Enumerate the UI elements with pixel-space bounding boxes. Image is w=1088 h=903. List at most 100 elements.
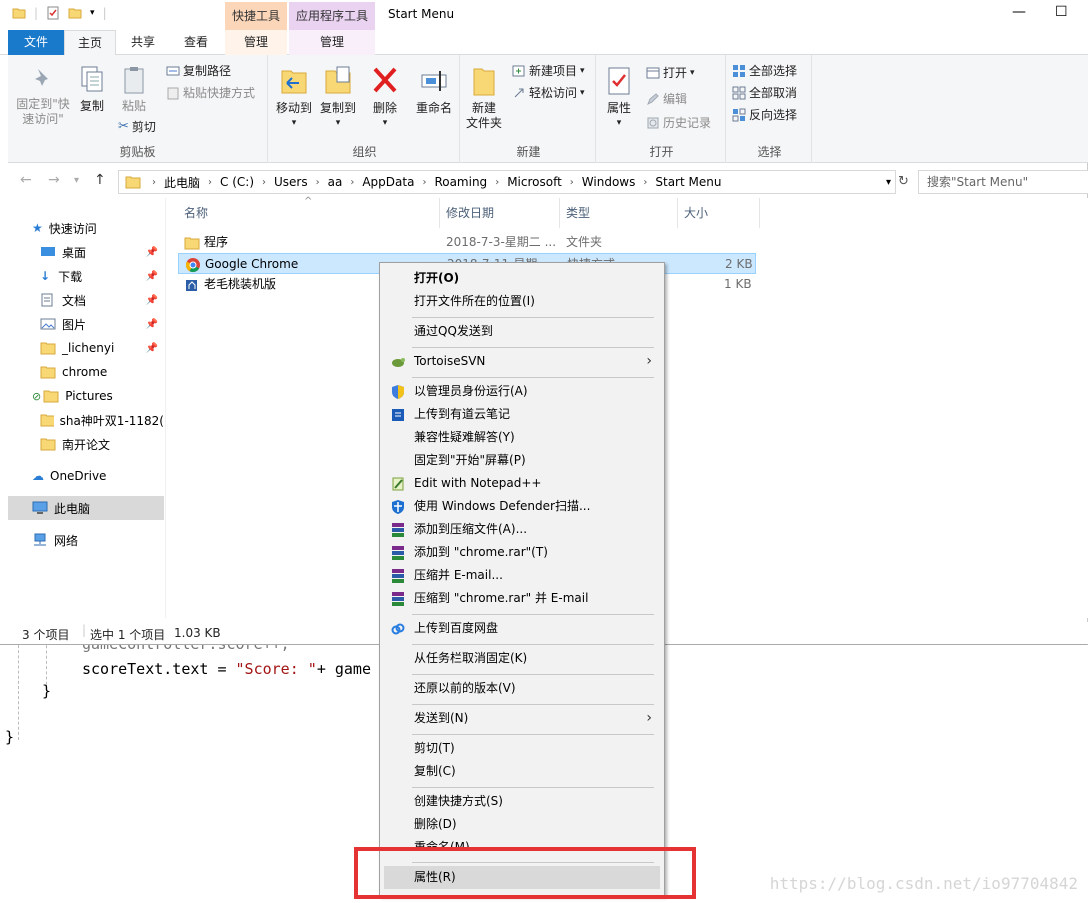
move-to-button[interactable]: 移动到 ▾: [274, 65, 314, 131]
refresh-icon[interactable]: ↻: [898, 174, 909, 189]
paste-button[interactable]: 粘贴: [114, 65, 154, 114]
properties-button[interactable]: 属性 ▾: [602, 65, 636, 131]
menu-item-qq-send[interactable]: 通过QQ发送到: [384, 320, 660, 343]
menu-item-create-shortcut[interactable]: 创建快捷方式(S): [384, 790, 660, 813]
new-folder-button[interactable]: 新建 文件夹: [464, 65, 504, 131]
nav-item-lichenyi[interactable]: _lichenyi 📌: [8, 336, 164, 360]
maximize-button[interactable]: ☐: [1055, 4, 1068, 20]
menu-item-pin-start[interactable]: 固定到"开始"屏幕(P): [384, 449, 660, 472]
menu-item-youdao[interactable]: 上传到有道云笔记: [384, 403, 660, 426]
history-button[interactable]: 历史记录: [646, 113, 711, 133]
menu-item-add-archive[interactable]: 添加到压缩文件(A)...: [384, 518, 660, 541]
folder-icon[interactable]: [12, 6, 26, 20]
nav-item-sha[interactable]: sha神叶双1-1182(: [8, 408, 164, 432]
new-folder-icon[interactable]: [68, 6, 82, 20]
breadcrumb[interactable]: Roaming: [431, 175, 490, 189]
window-title: Start Menu: [388, 7, 455, 21]
menu-item-run-as-admin[interactable]: 以管理员身份运行(A): [384, 380, 660, 403]
menu-item-compress-rar-email[interactable]: 压缩到 "chrome.rar" 并 E-mail: [384, 587, 660, 610]
paste-shortcut-button[interactable]: 粘贴快捷方式: [166, 83, 255, 103]
forward-arrow-icon[interactable]: →: [48, 172, 60, 188]
breadcrumb[interactable]: Windows: [579, 175, 639, 189]
copy-icon: [81, 66, 103, 92]
nav-network[interactable]: 网络: [8, 528, 164, 552]
tab-home[interactable]: 主页: [64, 30, 116, 56]
menu-item-cut[interactable]: 剪切(T): [384, 737, 660, 760]
menu-item-tortoisesvn[interactable]: TortoiseSVN ›: [384, 350, 660, 373]
column-header-size[interactable]: 大小: [678, 198, 760, 228]
menu-item-open-location[interactable]: 打开文件所在的位置(I): [384, 290, 660, 313]
address-input[interactable]: › 此电脑 › C (C:) › Users › aa › AppData › Roami…: [118, 170, 896, 194]
rename-button[interactable]: 重命名: [412, 65, 456, 116]
nav-label: Pictures: [65, 389, 113, 403]
breadcrumb[interactable]: Microsoft: [504, 175, 565, 189]
chevron-right-icon: ›: [643, 176, 648, 188]
edit-button[interactable]: 编辑: [646, 89, 687, 109]
menu-item-open[interactable]: 打开(O): [384, 267, 660, 290]
nav-item-pictures-folder[interactable]: ⊘ Pictures: [8, 384, 164, 408]
nav-item-downloads[interactable]: ↓ 下载 📌: [8, 264, 164, 288]
breadcrumb[interactable]: Start Menu: [652, 175, 724, 189]
copy-button[interactable]: 复制: [74, 65, 110, 114]
select-all-button[interactable]: 全部选择: [732, 61, 797, 81]
menu-item-copy[interactable]: 复制(C): [384, 760, 660, 783]
chevron-down-icon[interactable]: ▾: [886, 177, 891, 188]
properties-icon[interactable]: [46, 6, 60, 20]
cut-label: 剪切: [131, 120, 156, 134]
delete-x-icon: [373, 67, 397, 93]
menu-label: 上传到百度网盘: [414, 621, 499, 635]
menu-item-notepad[interactable]: Edit with Notepad++: [384, 472, 660, 495]
tab-manage-app[interactable]: 管理: [289, 30, 375, 55]
menu-item-restore[interactable]: 还原以前的版本(V): [384, 677, 660, 700]
nav-item-nankai[interactable]: 南开论文: [8, 432, 164, 456]
breadcrumb[interactable]: Users: [271, 175, 311, 189]
winrar-icon: [392, 592, 404, 606]
menu-item-defender[interactable]: 使用 Windows Defender扫描...: [384, 495, 660, 518]
menu-item-compat[interactable]: 兼容性疑难解答(Y): [384, 426, 660, 449]
easy-access-button[interactable]: 轻松访问 ▾: [512, 83, 585, 103]
column-header-type[interactable]: 类型: [560, 198, 678, 228]
copy-path-button[interactable]: 复制路径: [166, 61, 231, 81]
nav-item-desktop[interactable]: 桌面 📌: [8, 240, 164, 264]
menu-item-compress-email[interactable]: 压缩并 E-mail...: [384, 564, 660, 587]
pin-quick-access-button[interactable]: 固定到"快速访问": [12, 65, 74, 127]
nav-onedrive[interactable]: ☁ OneDrive: [8, 464, 164, 488]
new-item-button[interactable]: 新建项目 ▾: [512, 61, 585, 81]
nav-item-documents[interactable]: 文档 📌: [8, 288, 164, 312]
menu-label: 添加到 "chrome.rar"(T): [414, 545, 548, 559]
menu-item-delete[interactable]: 删除(D): [384, 813, 660, 836]
back-arrow-icon[interactable]: ←: [20, 172, 32, 188]
menu-item-unpin-taskbar[interactable]: 从任务栏取消固定(K): [384, 647, 660, 670]
nav-quick-access[interactable]: ★ 快速访问: [8, 216, 164, 240]
search-input[interactable]: 搜索"Start Menu": [918, 170, 1088, 194]
delete-button[interactable]: 删除 ▾: [368, 65, 402, 131]
column-header-name[interactable]: 名称: [178, 198, 440, 228]
menu-item-send-to[interactable]: 发送到(N) ›: [384, 707, 660, 730]
nav-item-chrome[interactable]: chrome: [8, 360, 164, 384]
tab-file[interactable]: 文件: [8, 30, 64, 55]
file-name-text: 老毛桃装机版: [204, 277, 277, 291]
tab-share[interactable]: 共享: [118, 30, 168, 55]
table-row[interactable]: 程序 2018-7-3-星期二 ... 文件夹: [178, 232, 756, 253]
open-button[interactable]: 打开 ▾: [646, 63, 695, 83]
column-header-date[interactable]: 修改日期: [440, 198, 560, 228]
tab-view[interactable]: 查看: [170, 30, 222, 55]
tab-manage-shortcut[interactable]: 管理: [225, 30, 287, 55]
file-name: 老毛桃装机版: [184, 274, 276, 295]
breadcrumb[interactable]: 此电脑: [161, 174, 203, 191]
invert-selection-button[interactable]: 反向选择: [732, 105, 797, 125]
select-none-button[interactable]: 全部取消: [732, 83, 797, 103]
breadcrumb[interactable]: C (C:): [217, 175, 257, 189]
minimize-button[interactable]: —: [1012, 4, 1026, 20]
breadcrumb[interactable]: AppData: [359, 175, 417, 189]
breadcrumb[interactable]: aa: [325, 175, 346, 189]
recent-chevron-icon[interactable]: ▾: [74, 175, 79, 186]
menu-item-add-rar[interactable]: 添加到 "chrome.rar"(T): [384, 541, 660, 564]
nav-this-pc[interactable]: 此电脑: [8, 496, 164, 520]
nav-item-pictures[interactable]: 图片 📌: [8, 312, 164, 336]
cut-button[interactable]: ✂ 剪切: [118, 117, 156, 137]
menu-item-baidu[interactable]: 上传到百度网盘: [384, 617, 660, 640]
up-arrow-icon[interactable]: ↑: [94, 172, 106, 188]
copy-to-button[interactable]: 复制到 ▾: [318, 65, 358, 131]
chevron-down-icon[interactable]: ▾: [90, 8, 95, 18]
